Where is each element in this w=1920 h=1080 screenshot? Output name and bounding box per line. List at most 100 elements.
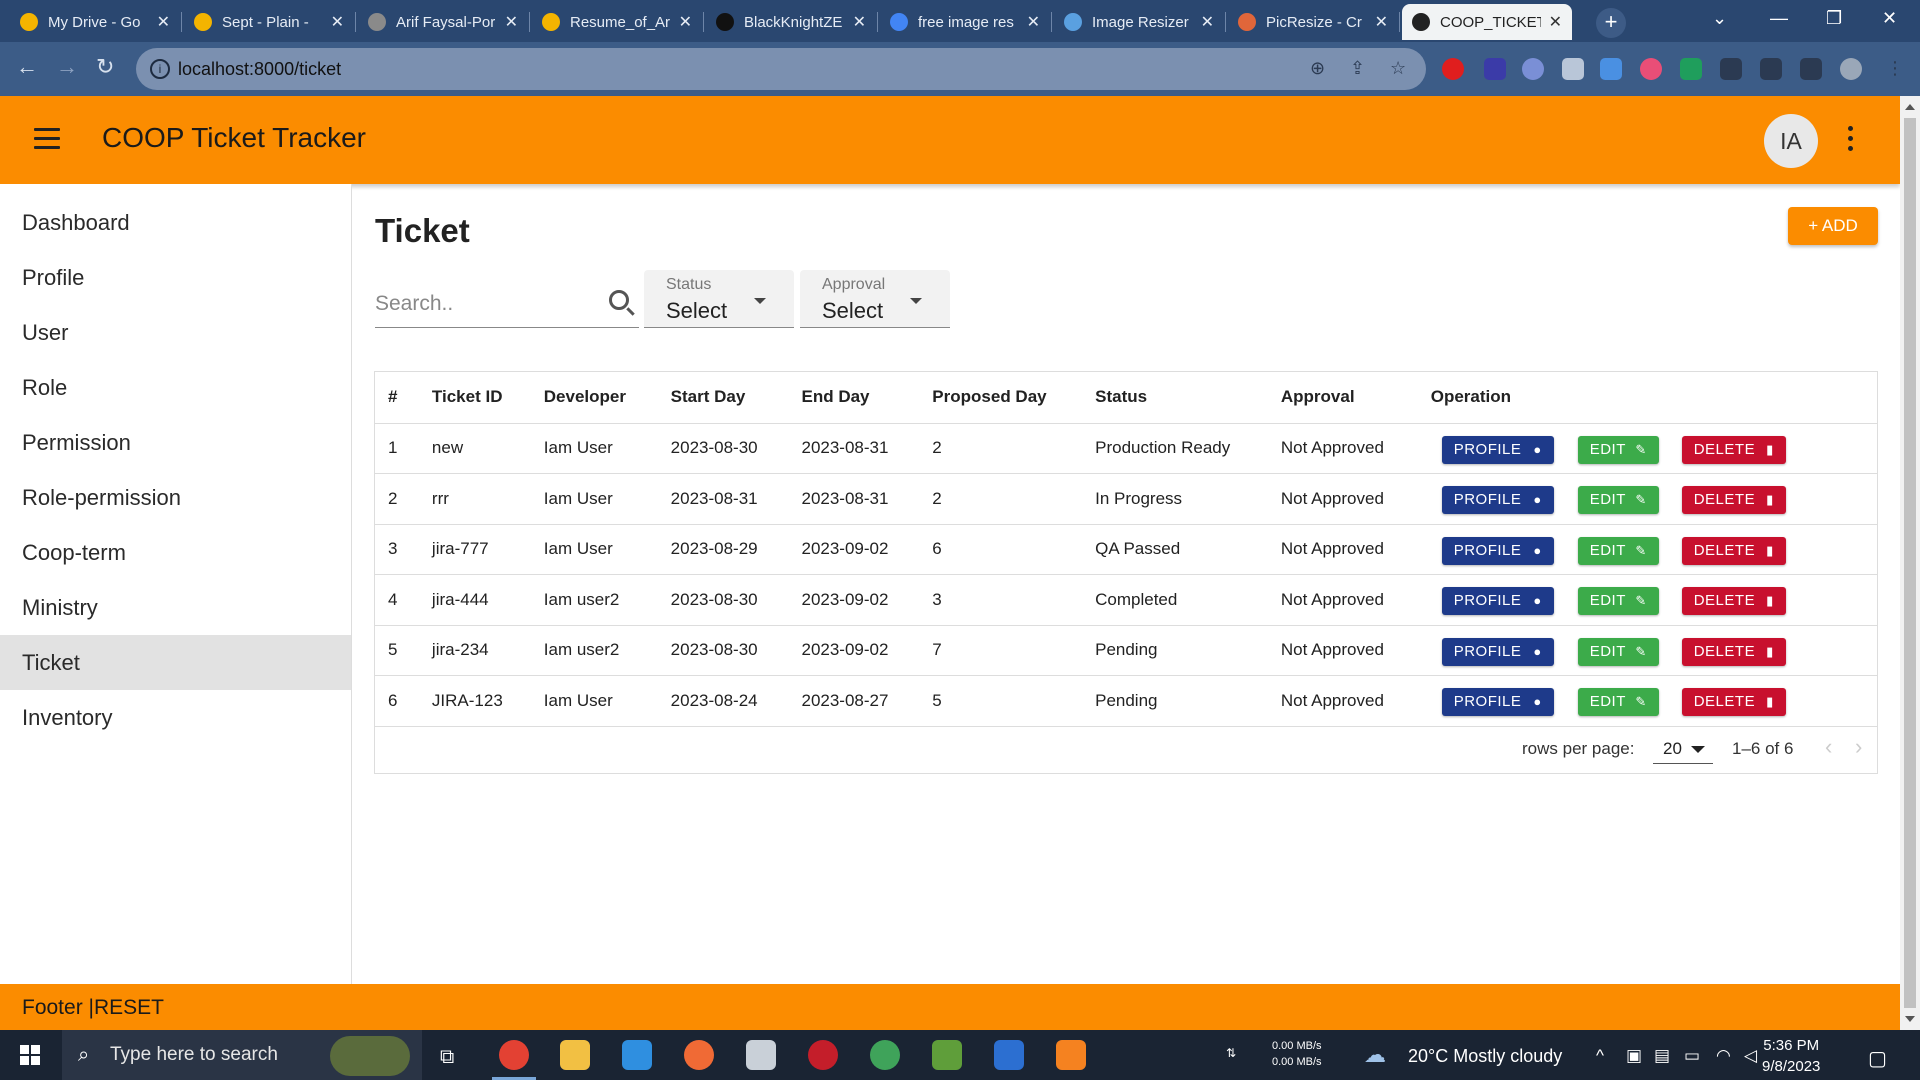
url-text[interactable]: localhost:8000/ticket bbox=[178, 59, 341, 80]
search-highlight-icon[interactable] bbox=[330, 1036, 410, 1076]
minimize-icon[interactable]: — bbox=[1770, 8, 1788, 29]
close-tab-icon[interactable]: ✕ bbox=[679, 12, 692, 32]
edit-button[interactable]: EDIT ✎ bbox=[1577, 486, 1659, 514]
sidebar-item-role-permission[interactable]: Role-permission bbox=[0, 470, 351, 525]
delete-button[interactable]: DELETE ▮ bbox=[1681, 637, 1786, 666]
zoom-icon[interactable]: ⊕ bbox=[1310, 58, 1325, 79]
browser-tab[interactable]: Image Resizer ✕ bbox=[1054, 4, 1224, 40]
bookmark-star-icon[interactable]: ☆ bbox=[1390, 58, 1406, 79]
system-clock[interactable]: 5:36 PM 9/8/2023 bbox=[1762, 1035, 1820, 1077]
notification-icon[interactable]: ▢ bbox=[1868, 1046, 1887, 1071]
edit-button[interactable]: EDIT ✎ bbox=[1577, 688, 1659, 716]
edit-button[interactable]: EDIT ✎ bbox=[1577, 637, 1659, 666]
close-tab-icon[interactable]: ✕ bbox=[505, 12, 518, 32]
avatar[interactable]: IA bbox=[1764, 114, 1818, 168]
windows-start-icon[interactable] bbox=[20, 1045, 40, 1065]
task-view-icon[interactable]: ⧉ bbox=[440, 1046, 454, 1069]
close-tab-icon[interactable]: ✕ bbox=[1375, 12, 1388, 32]
add-button[interactable]: + ADD bbox=[1788, 207, 1878, 245]
xampp-icon[interactable] bbox=[1056, 1040, 1086, 1070]
sidebar-item-permission[interactable]: Permission bbox=[0, 415, 351, 470]
sidebar-item-role[interactable]: Role bbox=[0, 360, 351, 415]
delete-button[interactable]: DELETE ▮ bbox=[1681, 435, 1786, 464]
wifi-icon[interactable]: ◠ bbox=[1716, 1046, 1731, 1066]
scrollbar-thumb[interactable] bbox=[1904, 118, 1916, 1008]
battery-icon[interactable]: ▭ bbox=[1684, 1046, 1700, 1066]
taskbar-search[interactable]: ⌕ Type here to search bbox=[62, 1030, 422, 1080]
postman-icon[interactable] bbox=[684, 1040, 714, 1070]
status-select[interactable]: Status Select bbox=[644, 270, 794, 328]
browser-tab[interactable]: Resume_of_Ar ✕ bbox=[532, 4, 702, 40]
vertical-scrollbar[interactable] bbox=[1900, 96, 1920, 1030]
extensions-puzzle-icon[interactable] bbox=[1720, 58, 1742, 80]
scroll-down-icon[interactable] bbox=[1905, 1016, 1915, 1022]
upwork-icon[interactable] bbox=[870, 1040, 900, 1070]
chrome-icon[interactable] bbox=[499, 1040, 529, 1070]
profile-button[interactable]: PROFILE ● bbox=[1441, 536, 1554, 565]
more-options-icon[interactable] bbox=[1848, 126, 1856, 156]
extension-color-icon[interactable] bbox=[1640, 58, 1662, 80]
edit-button[interactable]: EDIT ✎ bbox=[1577, 587, 1659, 615]
powershell-icon[interactable] bbox=[994, 1040, 1024, 1070]
browser-menu-icon[interactable]: ⋮ bbox=[1884, 58, 1906, 80]
delete-button[interactable]: DELETE ▮ bbox=[1681, 587, 1786, 615]
browser-tab[interactable]: PicResize - Cr ✕ bbox=[1228, 4, 1398, 40]
delete-button[interactable]: DELETE ▮ bbox=[1681, 688, 1786, 716]
profile-button[interactable]: PROFILE ● bbox=[1441, 587, 1554, 615]
close-tab-icon[interactable]: ✕ bbox=[853, 12, 866, 32]
delete-button[interactable]: DELETE ▮ bbox=[1681, 486, 1786, 514]
download-icon[interactable] bbox=[1760, 58, 1782, 80]
app-red-icon[interactable] bbox=[808, 1040, 838, 1070]
browser-tab[interactable]: COOP_TICKET ✕ bbox=[1402, 4, 1572, 40]
volume-icon[interactable]: ◁ bbox=[1744, 1046, 1757, 1066]
rows-per-page-select[interactable]: 20 bbox=[1653, 734, 1713, 764]
profile-button[interactable]: PROFILE ● bbox=[1441, 637, 1554, 666]
sidebar-item-ticket[interactable]: Ticket bbox=[0, 635, 351, 690]
chevron-up-icon[interactable]: ^ bbox=[1596, 1046, 1604, 1066]
tab-search-icon[interactable]: ⌄ bbox=[1712, 8, 1727, 29]
search-icon[interactable] bbox=[609, 290, 629, 310]
vscode-icon[interactable] bbox=[622, 1040, 652, 1070]
close-tab-icon[interactable]: ✕ bbox=[1201, 12, 1214, 32]
opera-extension-icon[interactable] bbox=[1442, 58, 1464, 80]
browser-tab[interactable]: free image res ✕ bbox=[880, 4, 1050, 40]
sidebar-item-ministry[interactable]: Ministry bbox=[0, 580, 351, 635]
profile-button[interactable]: PROFILE ● bbox=[1441, 486, 1554, 514]
weather-text[interactable]: 20°C Mostly cloudy bbox=[1408, 1046, 1562, 1067]
sidebar-item-coop-term[interactable]: Coop-term bbox=[0, 525, 351, 580]
profile-button[interactable]: PROFILE ● bbox=[1441, 435, 1554, 464]
camera-icon[interactable]: ▣ bbox=[1626, 1046, 1642, 1066]
browser-tab[interactable]: My Drive - Go ✕ bbox=[10, 4, 180, 40]
back-icon[interactable]: ← bbox=[16, 54, 38, 80]
extension-fi-icon[interactable] bbox=[1600, 58, 1622, 80]
notepad-icon[interactable] bbox=[932, 1040, 962, 1070]
file-explorer-icon[interactable] bbox=[560, 1040, 590, 1070]
browser-tab[interactable]: BlackKnightZE ✕ bbox=[706, 4, 876, 40]
sidebar-item-dashboard[interactable]: Dashboard bbox=[0, 195, 351, 250]
address-bar[interactable]: i localhost:8000/ticket ⊕ ⇪ ☆ bbox=[136, 48, 1426, 90]
close-tab-icon[interactable]: ✕ bbox=[1027, 12, 1040, 32]
scroll-up-icon[interactable] bbox=[1905, 104, 1915, 110]
site-info-icon[interactable]: i bbox=[150, 59, 170, 79]
share-icon[interactable]: ⇪ bbox=[1350, 58, 1365, 79]
edit-button[interactable]: EDIT ✎ bbox=[1577, 435, 1659, 464]
extension-grid-icon[interactable] bbox=[1562, 58, 1584, 80]
delete-button[interactable]: DELETE ▮ bbox=[1681, 536, 1786, 565]
forward-icon[interactable]: → bbox=[56, 54, 78, 80]
reload-icon[interactable]: ↻ bbox=[96, 54, 114, 80]
approval-select[interactable]: Approval Select bbox=[800, 270, 950, 328]
menu-icon[interactable] bbox=[34, 128, 60, 150]
restore-icon[interactable]: ❐ bbox=[1826, 8, 1842, 29]
display-icon[interactable]: ▤ bbox=[1654, 1046, 1670, 1066]
weather-cloud-icon[interactable]: ☁ bbox=[1364, 1042, 1386, 1068]
close-tab-icon[interactable]: ✕ bbox=[331, 12, 344, 32]
browser-tab[interactable]: Arif Faysal-Por ✕ bbox=[358, 4, 528, 40]
search-input[interactable]: Search.. bbox=[375, 280, 639, 328]
sidebar-item-profile[interactable]: Profile bbox=[0, 250, 351, 305]
sidebar-item-user[interactable]: User bbox=[0, 305, 351, 360]
close-tab-icon[interactable]: ✕ bbox=[1549, 12, 1562, 32]
extension-swirl-icon[interactable] bbox=[1522, 58, 1544, 80]
sidebar-item-inventory[interactable]: Inventory bbox=[0, 690, 351, 745]
close-window-icon[interactable]: ✕ bbox=[1882, 8, 1897, 29]
edit-button[interactable]: EDIT ✎ bbox=[1577, 536, 1659, 565]
